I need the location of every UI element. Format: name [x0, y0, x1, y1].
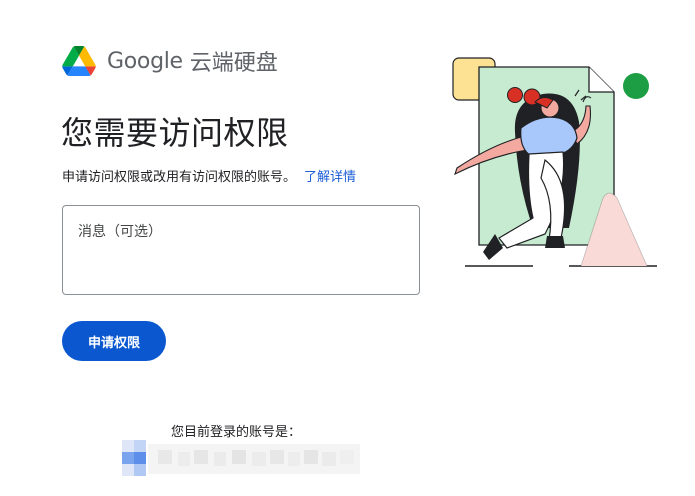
page-title: 您需要访问权限	[61, 114, 289, 152]
description-text: 申请访问权限或改用有访问权限的账号。	[62, 170, 297, 185]
message-field-container	[62, 205, 420, 295]
access-description: 申请访问权限或改用有访问权限的账号。 了解详情	[62, 166, 356, 185]
blurred-avatar-icon	[122, 440, 146, 476]
learn-more-link[interactable]: 了解详情	[304, 170, 356, 185]
message-input[interactable]	[63, 206, 419, 294]
person-stepping-out-of-document-icon	[452, 57, 657, 267]
product-name: 云端硬盘	[189, 51, 278, 76]
google-drive-icon	[62, 46, 96, 76]
request-access-button[interactable]: 申请权限	[62, 321, 166, 361]
google-wordmark: Google	[107, 48, 183, 74]
product-logo: Google 云端硬盘	[62, 44, 278, 78]
blurred-account-info	[122, 440, 360, 476]
blurred-email-text	[148, 444, 360, 474]
